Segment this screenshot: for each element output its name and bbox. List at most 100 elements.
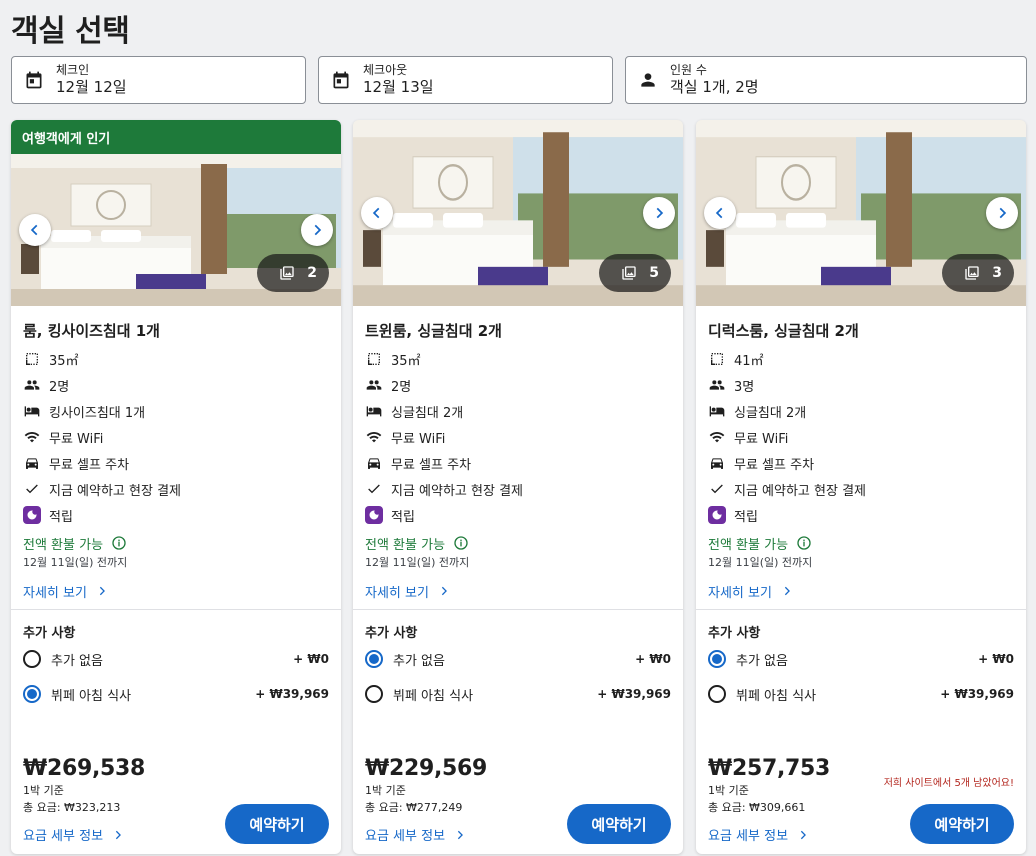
- feature-wifi: 무료 WiFi: [23, 424, 329, 450]
- area-icon: [26, 353, 38, 365]
- per-night-label: 1박 기준: [23, 784, 64, 797]
- area-icon: [368, 353, 380, 365]
- chevron-right-icon: [800, 830, 806, 839]
- extra-option-breakfast-label: 뷔페 아침 식사: [736, 688, 817, 704]
- feature-payment: 지금 예약하고 현장 결제: [708, 476, 1014, 502]
- extra-option-none-radio[interactable]: 추가 없음: [23, 650, 103, 669]
- radio-breakfast[interactable]: [23, 685, 41, 703]
- radio-breakfast[interactable]: [365, 685, 383, 703]
- photo-next-button[interactable]: [643, 197, 675, 229]
- per-night-label: 1박 기준: [365, 784, 406, 797]
- photo-count: 2: [307, 265, 317, 281]
- room-occupancy: 2명: [391, 379, 412, 395]
- refund-status: 전액 환불 가능: [365, 534, 671, 553]
- gallery-icon: [622, 266, 636, 280]
- checkin-value: 12월 12일: [56, 78, 127, 96]
- car-icon: [26, 458, 38, 469]
- extra-option-none-label: 추가 없음: [736, 653, 788, 669]
- room-payment: 지금 예약하고 현장 결제: [49, 483, 181, 499]
- room-occupancy: 3명: [734, 379, 755, 395]
- divider: [353, 609, 683, 610]
- more-details-link[interactable]: 자세히 보기: [708, 582, 1014, 601]
- info-icon[interactable]: [796, 535, 812, 551]
- radio-breakfast[interactable]: [708, 685, 726, 703]
- price-block: ₩269,538 1박 기준 총 요금: ₩323,213 요금 세부 정보 예…: [23, 756, 329, 844]
- room-photo[interactable]: 5: [353, 120, 683, 306]
- wifi-icon: [709, 431, 725, 443]
- extra-option-breakfast: 뷔페 아침 식사 + ₩39,969: [365, 677, 671, 711]
- room-parking: 무료 셀프 주차: [734, 457, 815, 473]
- extra-option-breakfast-price: + ₩39,969: [255, 687, 329, 701]
- feature-bed: 킹사이즈침대 1개: [23, 398, 329, 424]
- room-name: 디럭스룸, 싱글침대 2개: [708, 322, 859, 340]
- feature-rewards: 적립: [23, 502, 329, 528]
- info-icon[interactable]: [111, 535, 127, 551]
- feature-occupancy: 2명: [365, 372, 671, 398]
- feature-occupancy: 3명: [708, 372, 1014, 398]
- feature-occupancy: 2명: [23, 372, 329, 398]
- extra-option-breakfast-price: + ₩39,969: [597, 687, 671, 701]
- chevron-right-icon: [441, 586, 447, 596]
- bed-icon: [24, 406, 40, 417]
- more-details-link[interactable]: 자세히 보기: [23, 582, 329, 601]
- guests-field[interactable]: 인원 수 객실 1개, 2명: [625, 56, 1027, 104]
- photo-gallery-button[interactable]: 2: [257, 254, 329, 292]
- extra-option-breakfast-radio[interactable]: 뷔페 아침 식사: [365, 685, 473, 704]
- chevron-right-icon: [457, 830, 463, 839]
- refund-deadline: 12월 11일(일) 전까지: [708, 556, 813, 569]
- photo-gallery-button[interactable]: 5: [599, 254, 671, 292]
- car-icon: [368, 458, 380, 469]
- radio-none[interactable]: [365, 650, 383, 668]
- photo-prev-button[interactable]: [704, 197, 736, 229]
- extra-option-breakfast: 뷔페 아침 식사 + ₩39,969: [708, 677, 1014, 711]
- check-icon: [711, 484, 723, 494]
- photo-gallery-button[interactable]: 3: [942, 254, 1014, 292]
- more-details-label: 자세히 보기: [708, 585, 772, 601]
- room-photo[interactable]: 2: [11, 154, 341, 306]
- wifi-icon: [24, 431, 40, 443]
- feature-payment: 지금 예약하고 현장 결제: [365, 476, 671, 502]
- nightly-price: ₩229,569: [365, 756, 488, 781]
- radio-none[interactable]: [708, 650, 726, 668]
- room-name: 룸, 킹사이즈침대 1개: [23, 322, 160, 340]
- extra-option-breakfast-radio[interactable]: 뷔페 아침 식사: [23, 685, 131, 704]
- room-size: 35㎡: [49, 353, 79, 369]
- feature-bed: 싱글침대 2개: [708, 398, 1014, 424]
- popular-badge: 여행객에게 인기: [11, 120, 341, 154]
- nightly-price: ₩269,538: [23, 756, 146, 781]
- availability-warning: 저희 사이트에서 5개 남았어요!: [883, 778, 1014, 789]
- room-bed: 싱글침대 2개: [391, 405, 464, 421]
- extra-option-none-radio[interactable]: 추가 없음: [365, 650, 445, 669]
- extra-option-breakfast-label: 뷔페 아침 식사: [393, 688, 474, 704]
- room-photo[interactable]: 3: [696, 120, 1026, 306]
- more-details-link[interactable]: 자세히 보기: [365, 582, 671, 601]
- extra-option-none-radio[interactable]: 추가 없음: [708, 650, 788, 669]
- photo-prev-button[interactable]: [19, 214, 51, 246]
- checkout-field[interactable]: 체크아웃 12월 13일: [318, 56, 613, 104]
- checkout-value: 12월 13일: [363, 78, 434, 96]
- photo-prev-button[interactable]: [361, 197, 393, 229]
- room-size: 35㎡: [391, 353, 421, 369]
- feature-size: 35㎡: [23, 346, 329, 372]
- photo-next-button[interactable]: [986, 197, 1018, 229]
- chevron-left-icon: [30, 224, 38, 236]
- chevron-right-icon: [656, 207, 664, 219]
- reserve-button[interactable]: 예약하기: [910, 804, 1014, 844]
- photo-next-button[interactable]: [301, 214, 333, 246]
- extras-title: 추가 사항: [708, 626, 761, 641]
- reserve-button[interactable]: 예약하기: [225, 804, 329, 844]
- extra-option-none: 추가 없음 + ₩0: [23, 642, 329, 676]
- reserve-button[interactable]: 예약하기: [567, 804, 671, 844]
- refund-deadline: 12월 11일(일) 전까지: [365, 556, 470, 569]
- calendar-icon: [26, 71, 42, 89]
- extra-option-breakfast-label: 뷔페 아침 식사: [51, 688, 132, 704]
- people-icon: [24, 380, 40, 390]
- radio-none[interactable]: [23, 650, 41, 668]
- room-parking: 무료 셀프 주차: [49, 457, 130, 473]
- room-wifi: 무료 WiFi: [734, 431, 789, 447]
- area-icon: [711, 353, 723, 365]
- info-icon[interactable]: [453, 535, 469, 551]
- extra-option-breakfast-radio[interactable]: 뷔페 아침 식사: [708, 685, 816, 704]
- checkin-field[interactable]: 체크인 12월 12일: [11, 56, 306, 104]
- rewards-moon-icon: [708, 506, 726, 524]
